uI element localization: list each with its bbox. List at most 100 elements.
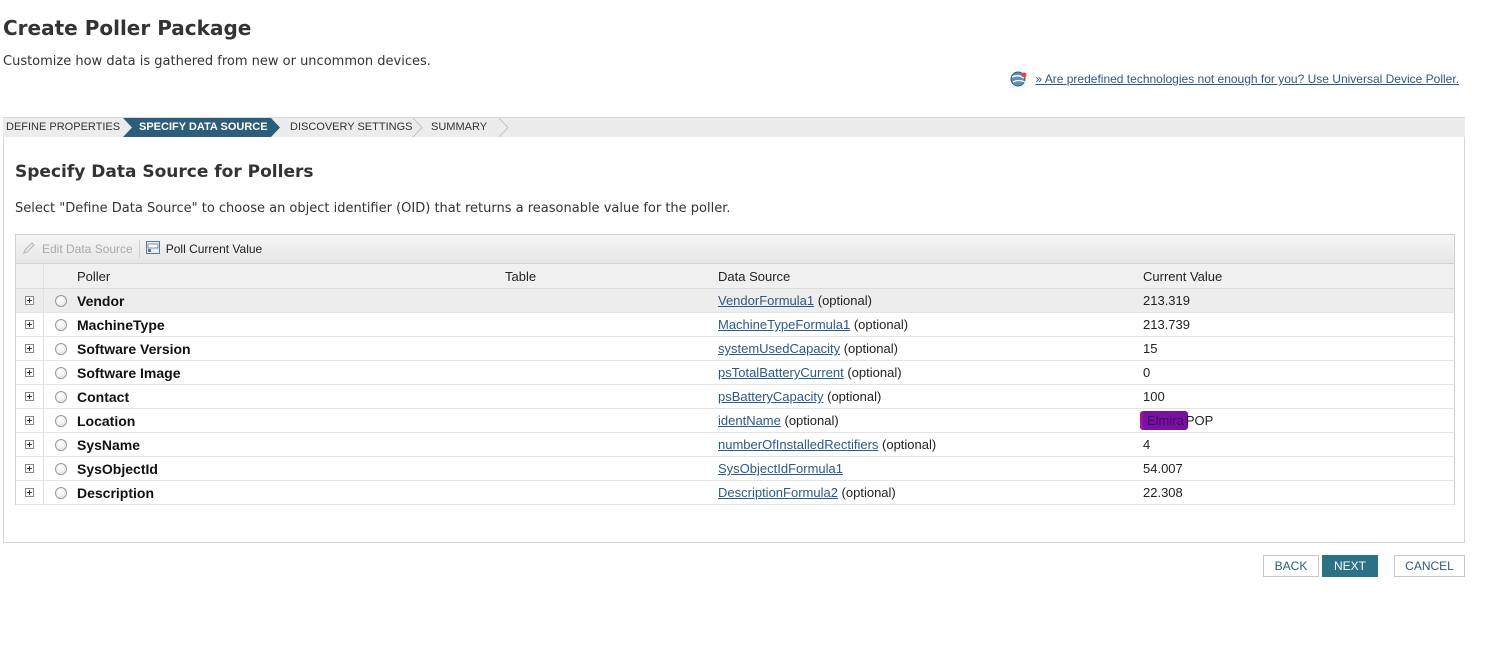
wizard-step-summary[interactable]: SUMMARY	[431, 118, 487, 137]
data-source-link[interactable]: identName	[718, 413, 781, 428]
current-value: 0	[1143, 365, 1454, 380]
row-select-cell[interactable]	[44, 289, 77, 312]
expand-plus-icon[interactable]	[25, 392, 34, 401]
data-source-link[interactable]: numberOfInstalledRectifiers	[718, 437, 878, 452]
poll-value-icon	[145, 241, 160, 257]
data-source-link[interactable]: MachineTypeFormula1	[718, 317, 850, 332]
table-row[interactable]: Contact psBatteryCapacity (optional) 100	[16, 385, 1454, 409]
data-source-optional: (optional)	[850, 317, 909, 332]
current-value: 213.319	[1143, 293, 1454, 308]
data-source-optional: (optional)	[823, 389, 882, 404]
table-row[interactable]: SysName numberOfInstalledRectifiers (opt…	[16, 433, 1454, 457]
row-expander-cell[interactable]	[16, 433, 44, 456]
table-row[interactable]: Location identName (optional) Elmira POP	[16, 409, 1454, 433]
table-row[interactable]: MachineType MachineTypeFormula1 (optiona…	[16, 313, 1454, 337]
data-source-optional: (optional)	[814, 293, 872, 308]
current-value: Elmira POP	[1143, 411, 1454, 430]
row-select-cell[interactable]	[44, 313, 77, 336]
pencil-icon	[22, 241, 36, 258]
column-header-poller[interactable]: Poller	[77, 269, 505, 284]
row-select-cell[interactable]	[44, 385, 77, 408]
row-select-cell[interactable]	[44, 433, 77, 456]
poller-name: Vendor	[77, 292, 125, 309]
table-row[interactable]: Description DescriptionFormula2 (optiona…	[16, 481, 1454, 505]
row-expander-cell[interactable]	[16, 289, 44, 312]
expand-plus-icon[interactable]	[25, 440, 34, 449]
poller-name: Software Version	[77, 340, 191, 357]
row-select-cell[interactable]	[44, 409, 77, 432]
row-radio[interactable]	[54, 390, 67, 403]
section-description: Select "Define Data Source" to choose an…	[15, 201, 731, 216]
column-header-current-value[interactable]: Current Value	[1143, 269, 1454, 284]
wizard-step-discovery-settings[interactable]: DISCOVERY SETTINGS	[290, 118, 412, 137]
expand-plus-icon[interactable]	[25, 416, 34, 425]
row-expander-cell[interactable]	[16, 337, 44, 360]
expand-plus-icon[interactable]	[25, 368, 34, 377]
row-select-cell[interactable]	[44, 337, 77, 360]
data-source-optional: (optional)	[837, 485, 896, 500]
data-source-link[interactable]: systemUsedCapacity	[718, 341, 840, 356]
poller-name: Contact	[77, 388, 130, 405]
table-row[interactable]: SysObjectId SysObjectIdFormula1 54.007	[16, 457, 1454, 481]
table-row[interactable]: Vendor VendorFormula1 (optional) 213.319	[16, 289, 1454, 313]
row-expander-cell[interactable]	[16, 313, 44, 336]
data-source-link[interactable]: psTotalBatteryCurrent	[718, 365, 844, 380]
universal-device-poller-link[interactable]: » Are predefined technologies not enough…	[1035, 72, 1459, 86]
row-radio[interactable]	[54, 462, 67, 475]
data-source-link[interactable]: psBatteryCapacity	[718, 389, 824, 404]
data-source-optional: (optional)	[843, 365, 902, 380]
row-radio[interactable]	[54, 366, 67, 379]
data-source-link[interactable]: VendorFormula1	[718, 293, 814, 308]
poller-name: Description	[77, 484, 155, 501]
expand-plus-icon[interactable]	[25, 320, 34, 329]
poller-name: SysName	[77, 436, 141, 453]
redacted-value: Elmira	[1143, 411, 1188, 430]
edit-data-source-label: Edit Data Source	[42, 242, 133, 256]
current-value-text: 213.319	[1143, 293, 1190, 308]
cancel-button[interactable]: CANCEL	[1394, 555, 1465, 577]
data-source-optional: (optional)	[878, 437, 937, 452]
row-radio[interactable]	[54, 486, 67, 499]
poller-name: Software Image	[77, 364, 181, 381]
column-header-data-source[interactable]: Data Source	[718, 269, 1143, 284]
row-select-cell[interactable]	[44, 361, 77, 384]
poller-name: Location	[77, 412, 136, 429]
row-radio[interactable]	[54, 342, 67, 355]
section-title: Specify Data Source for Pollers	[15, 162, 314, 182]
row-expander-cell[interactable]	[16, 481, 44, 504]
expand-plus-icon[interactable]	[25, 344, 34, 353]
row-radio[interactable]	[54, 294, 67, 307]
row-radio[interactable]	[54, 438, 67, 451]
current-value-text: 54.007	[1143, 461, 1183, 476]
table-row[interactable]: Software Version systemUsedCapacity (opt…	[16, 337, 1454, 361]
column-header-table[interactable]: Table	[505, 269, 718, 284]
poll-current-value-button[interactable]: Poll Current Value	[140, 241, 269, 257]
grid-body: Vendor VendorFormula1 (optional) 213.319…	[16, 289, 1454, 505]
data-source-link[interactable]: SysObjectIdFormula1	[718, 461, 843, 476]
row-expander-cell[interactable]	[16, 457, 44, 480]
wizard-step-define-properties[interactable]: DEFINE PROPERTIES	[6, 118, 120, 137]
row-radio[interactable]	[54, 414, 67, 427]
edit-data-source-button[interactable]: Edit Data Source	[16, 241, 139, 258]
row-expander-cell[interactable]	[16, 385, 44, 408]
row-expander-cell[interactable]	[16, 361, 44, 384]
data-source-link[interactable]: DescriptionFormula2	[718, 485, 838, 500]
wizard-step-specify-data-source[interactable]: SPECIFY DATA SOURCE	[139, 118, 268, 137]
expand-plus-icon[interactable]	[25, 296, 34, 305]
expand-plus-icon[interactable]	[25, 488, 34, 497]
udp-link-container: » Are predefined technologies not enough…	[1009, 70, 1459, 88]
data-source-optional: (optional)	[780, 413, 839, 428]
current-value: 100	[1143, 389, 1454, 404]
row-expander-cell[interactable]	[16, 409, 44, 432]
current-value: 54.007	[1143, 461, 1454, 476]
current-value-text: 100	[1143, 389, 1165, 404]
expand-plus-icon[interactable]	[25, 464, 34, 473]
row-select-cell[interactable]	[44, 481, 77, 504]
row-radio[interactable]	[54, 318, 67, 331]
row-select-cell[interactable]	[44, 457, 77, 480]
wizard-steps: DEFINE PROPERTIES SPECIFY DATA SOURCE DI…	[3, 117, 1465, 138]
header-expander-cell	[16, 264, 44, 288]
back-button[interactable]: BACK	[1263, 555, 1319, 577]
next-button[interactable]: NEXT	[1322, 555, 1378, 577]
table-row[interactable]: Software Image psTotalBatteryCurrent (op…	[16, 361, 1454, 385]
